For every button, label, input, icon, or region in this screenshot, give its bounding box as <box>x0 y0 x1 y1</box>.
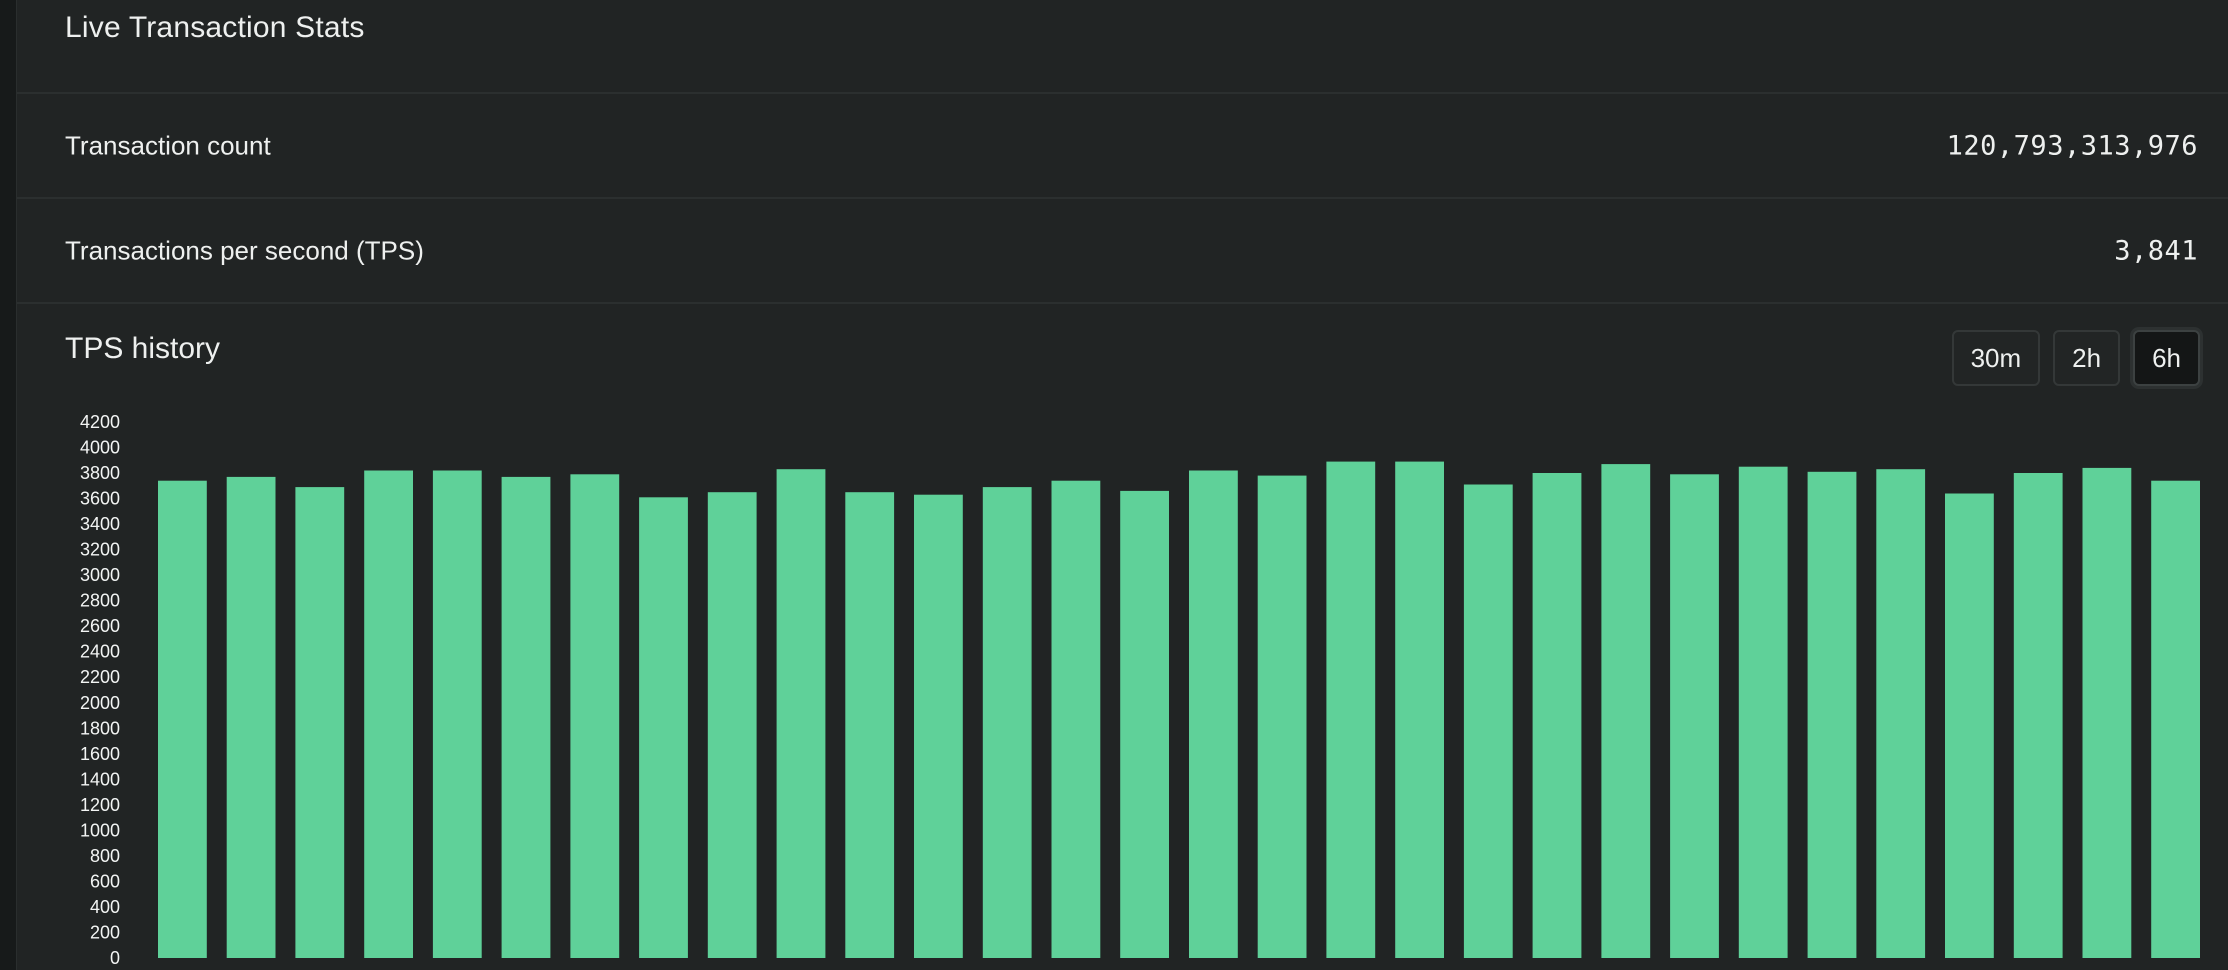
tps-bar[interactable] <box>1120 490 1169 958</box>
y-tick-label: 2200 <box>80 667 120 687</box>
tps-bar[interactable] <box>707 492 757 958</box>
tps-bar[interactable] <box>501 476 551 958</box>
y-tick-label: 1400 <box>80 769 120 789</box>
tps-bar[interactable] <box>158 480 207 958</box>
tps-bar[interactable] <box>1257 475 1307 958</box>
tps-bar[interactable] <box>1876 469 1926 958</box>
tps-bar[interactable] <box>1463 484 1513 959</box>
tps-bar[interactable] <box>1532 473 1582 958</box>
tps-bar[interactable] <box>1738 466 1788 958</box>
tps-bar[interactable] <box>2082 467 2132 958</box>
tps-bar[interactable] <box>2013 473 2063 958</box>
sidebar-edge <box>0 0 17 970</box>
y-tick-label: 400 <box>90 897 120 917</box>
tps-bar[interactable] <box>776 469 826 958</box>
tps-row: Transactions per second (TPS) 3,841 <box>17 199 2228 304</box>
tps-bar[interactable] <box>1670 474 1719 958</box>
range-selector: 30m 2h 6h <box>1951 330 2200 386</box>
range-button-30m[interactable]: 30m <box>1951 330 2041 386</box>
y-tick-label: 4200 <box>80 412 120 432</box>
y-tick-label: 2000 <box>80 693 120 713</box>
transaction-count-value: 120,793,313,976 <box>1946 130 2198 161</box>
tps-bar[interactable] <box>639 497 688 958</box>
tps-bar[interactable] <box>1189 470 1238 959</box>
y-tick-label: 2400 <box>80 642 120 662</box>
y-tick-label: 3800 <box>80 463 120 483</box>
tps-bar[interactable] <box>914 494 963 958</box>
transaction-count-row: Transaction count 120,793,313,976 <box>17 94 2228 199</box>
card-header: Live Transaction Stats <box>17 0 2228 94</box>
y-tick-label: 2800 <box>80 591 120 611</box>
tps-bar[interactable] <box>845 492 895 958</box>
y-tick-label: 0 <box>110 948 120 968</box>
tps-bar[interactable] <box>982 487 1032 958</box>
y-tick-label: 1600 <box>80 744 120 764</box>
tps-bar[interactable] <box>1051 480 1101 958</box>
live-transaction-stats-card: Live Transaction Stats Transaction count… <box>17 0 2228 970</box>
y-tick-label: 1800 <box>80 718 120 738</box>
tps-bar[interactable] <box>1807 471 1857 958</box>
range-button-2h[interactable]: 2h <box>2053 330 2121 386</box>
y-tick-label: 800 <box>90 846 120 866</box>
tps-bar[interactable] <box>226 476 276 958</box>
tps-bar[interactable] <box>364 470 413 959</box>
y-tick-label: 3200 <box>80 540 120 560</box>
tps-bar[interactable] <box>432 470 482 959</box>
y-tick-label: 2600 <box>80 616 120 636</box>
tps-bar[interactable] <box>295 487 345 958</box>
tps-value: 3,841 <box>2114 235 2198 266</box>
tps-bar[interactable] <box>1601 464 1651 958</box>
card-title: Live Transaction Stats <box>65 11 365 44</box>
y-tick-label: 3600 <box>80 489 120 509</box>
y-tick-label: 3400 <box>80 514 120 534</box>
tps-history-chart: 0 200 400 600 800 1000 1200 1400 1600 1800 2000 220… <box>17 400 2228 970</box>
y-tick-label: 600 <box>90 871 120 891</box>
y-tick-label: 3000 <box>80 565 120 585</box>
range-button-6h[interactable]: 6h <box>2133 330 2200 386</box>
page: Live Transaction Stats Transaction count… <box>0 0 2228 970</box>
y-tick-label: 200 <box>90 922 120 942</box>
tps-history-title: TPS history <box>65 332 221 365</box>
transaction-count-label: Transaction count <box>65 130 271 160</box>
tps-bar[interactable] <box>2151 480 2200 958</box>
tps-bar[interactable] <box>1326 461 1376 958</box>
tps-label: Transactions per second (TPS) <box>65 235 424 265</box>
y-tick-label: 1200 <box>80 795 120 815</box>
tps-bar[interactable] <box>1395 461 1444 958</box>
tps-bar[interactable] <box>570 474 620 958</box>
tps-history-chart-svg: 0 200 400 600 800 1000 1200 1400 1600 1800 2000 220… <box>80 412 2200 968</box>
y-tick-label: 1000 <box>80 820 120 840</box>
y-tick-label: 4000 <box>80 438 120 458</box>
tps-bar[interactable] <box>1945 493 1994 959</box>
